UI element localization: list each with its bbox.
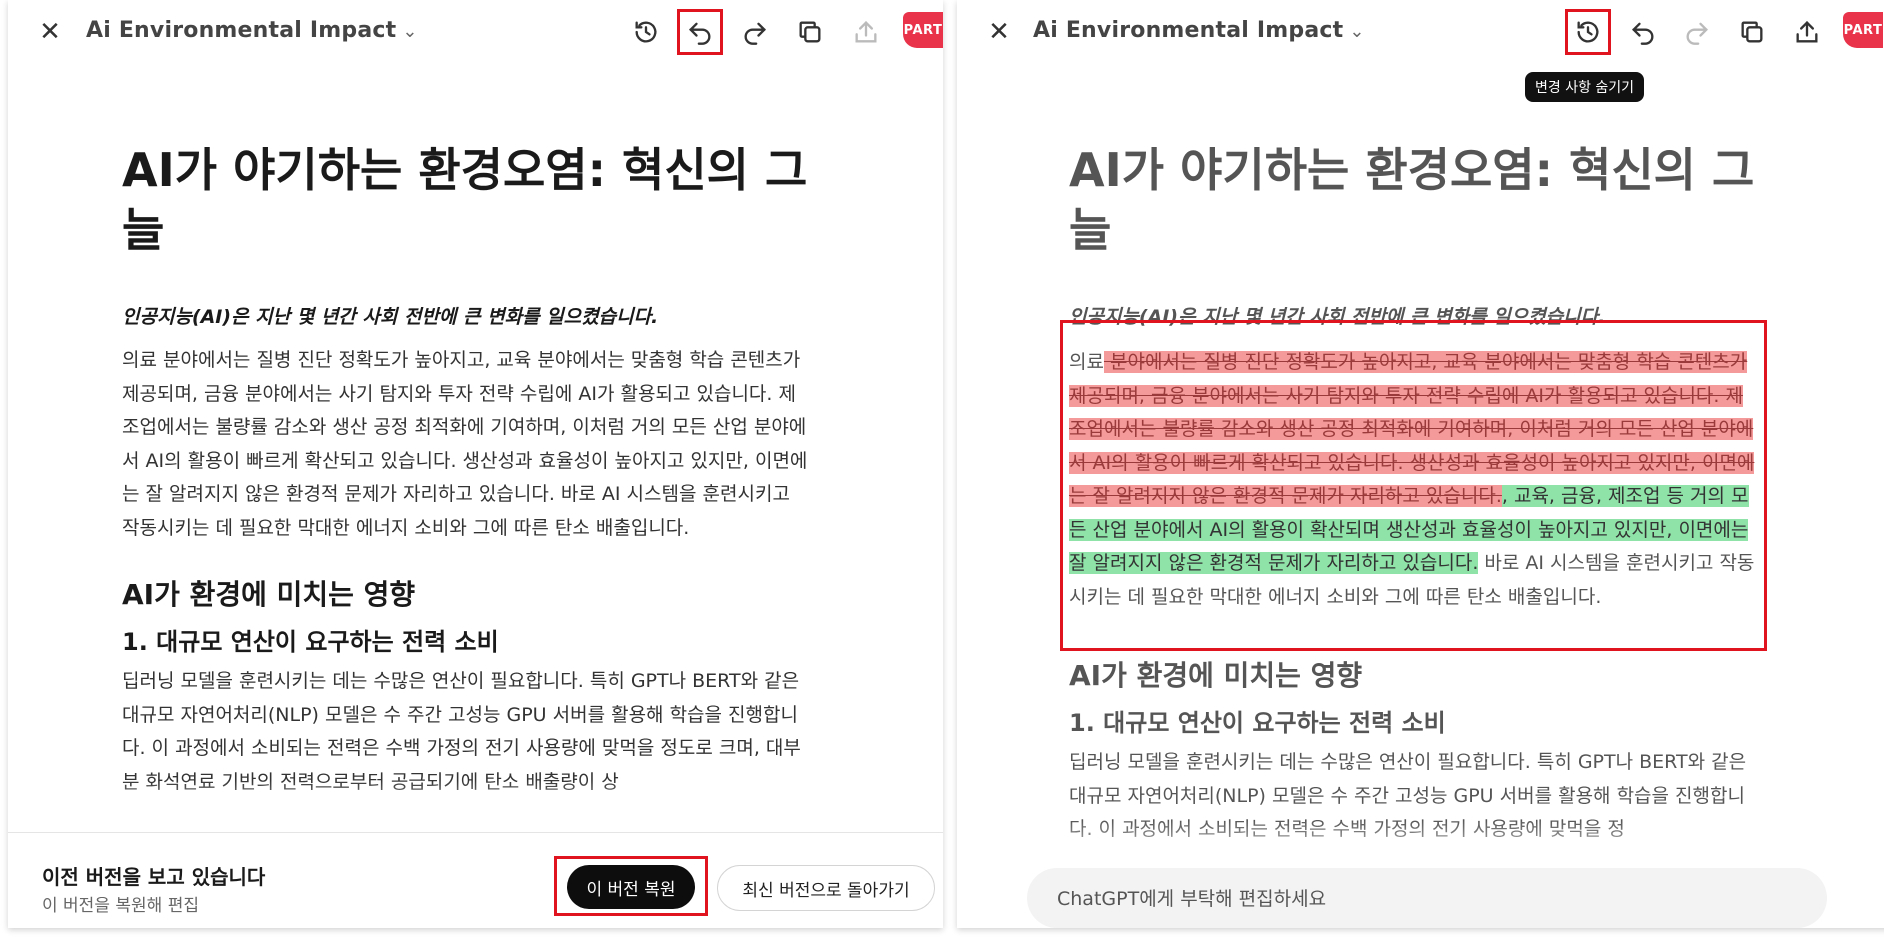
- redo-icon[interactable]: [1677, 12, 1717, 52]
- restore-highlight-box: [554, 856, 708, 916]
- share-icon[interactable]: [1787, 12, 1827, 52]
- version-notice-title: 이전 버전을 보고 있습니다: [42, 865, 266, 889]
- version-history-icon[interactable]: [626, 12, 666, 52]
- document-title[interactable]: Ai Environmental Impact ⌄: [1033, 18, 1365, 43]
- content-fade: [957, 820, 1884, 872]
- canvas-toolbar: ✕ Ai Environmental Impact ⌄ PART: [957, 0, 1884, 64]
- chevron-down-icon: ⌄: [402, 21, 418, 42]
- document-body: AI가 야기하는 환경오염: 혁신의 그늘 인공지능(AI)은 지난 몇 년간 …: [122, 140, 812, 799]
- close-icon[interactable]: ✕: [36, 18, 64, 46]
- section-paragraph: 딥러닝 모델을 훈련시키는 데는 수많은 연산이 필요합니다. 특히 GPT나 …: [122, 670, 801, 793]
- edit-composer[interactable]: [1027, 868, 1827, 928]
- intro-paragraph: 의료 분야에서는 질병 진단 정확도가 높아지고, 교육 분야에서는 맞춤형 학…: [122, 349, 808, 539]
- document-title-text: Ai Environmental Impact: [86, 18, 397, 43]
- document-heading: AI가 야기하는 환경오염: 혁신의 그늘: [122, 143, 808, 257]
- undo-icon[interactable]: [1623, 12, 1663, 52]
- copy-icon[interactable]: [1732, 12, 1772, 52]
- partner-badge: PART: [903, 12, 943, 48]
- hide-changes-tooltip: 변경 사항 숨기기: [1525, 72, 1645, 102]
- return-latest-button[interactable]: 최신 버전으로 돌아가기: [717, 865, 935, 911]
- document-title-text: Ai Environmental Impact: [1033, 18, 1344, 43]
- section-heading: AI가 환경에 미치는 영향: [1069, 659, 1363, 692]
- content-fade: [8, 780, 943, 832]
- subsection-heading: 1. 대규모 연산이 요구하는 전력 소비: [1069, 709, 1446, 737]
- version-notice-subtitle: 이 버전을 복원해 편집: [42, 896, 199, 916]
- document-title[interactable]: Ai Environmental Impact ⌄: [86, 18, 418, 43]
- undo-icon[interactable]: [677, 9, 723, 55]
- canvas-panel-show-changes: ✕ Ai Environmental Impact ⌄ PART 변경 사항 숨기…: [957, 0, 1884, 928]
- partner-badge: PART: [1843, 12, 1883, 48]
- redo-icon[interactable]: [735, 12, 775, 52]
- close-icon[interactable]: ✕: [985, 18, 1013, 46]
- subsection-heading: 1. 대규모 연산이 요구하는 전력 소비: [122, 628, 499, 656]
- version-history-icon[interactable]: [1565, 9, 1611, 55]
- canvas-panel-previous-version: ✕ Ai Environmental Impact ⌄ PART AI가 야기하는…: [8, 0, 943, 928]
- share-icon[interactable]: [846, 12, 886, 52]
- version-bar: 이전 버전을 보고 있습니다 이 버전을 복원해 편집 이 버전 복원 최신 버…: [8, 832, 943, 928]
- edit-request-input[interactable]: [1055, 868, 1799, 928]
- chevron-down-icon: ⌄: [1349, 21, 1365, 42]
- copy-icon[interactable]: [790, 12, 830, 52]
- canvas-toolbar: ✕ Ai Environmental Impact ⌄ PART: [8, 0, 943, 64]
- lead-sentence: 인공지능(AI)은 지난 몇 년간 사회 전반에 큰 변화를 일으켰습니다.: [122, 306, 659, 328]
- diff-highlight-box: [1060, 320, 1767, 651]
- document-heading: AI가 야기하는 환경오염: 혁신의 그늘: [1069, 143, 1755, 257]
- section-heading: AI가 환경에 미치는 영향: [122, 578, 416, 611]
